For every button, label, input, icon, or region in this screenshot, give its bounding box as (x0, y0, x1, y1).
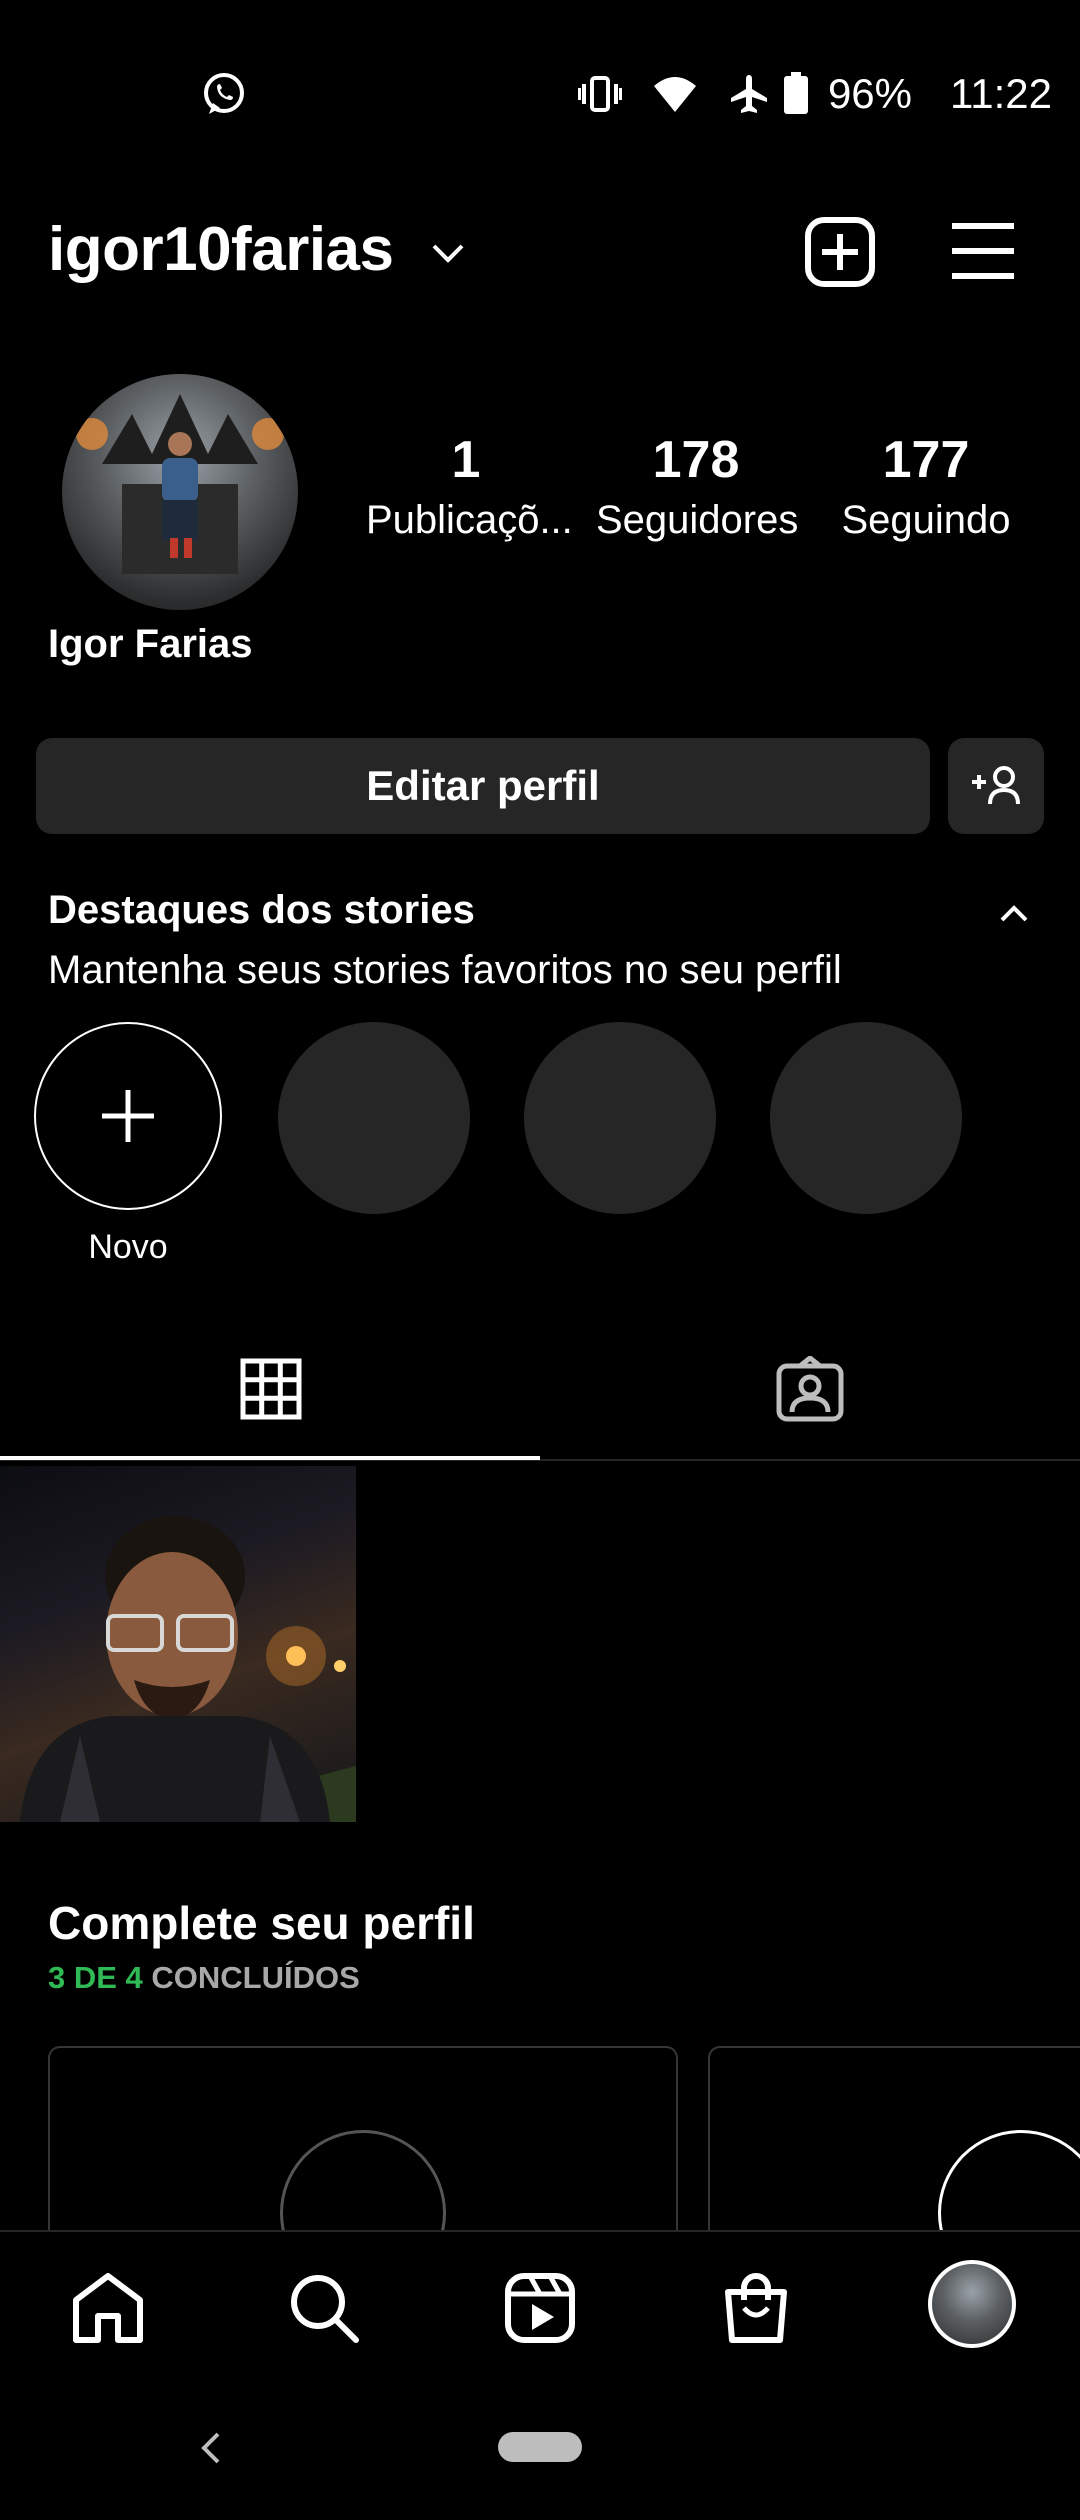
stat-label: Publicaçõ... (366, 498, 573, 542)
battery-percent: 96% (827, 70, 912, 117)
avatar-photo (76, 394, 284, 574)
tagged-icon[interactable] (776, 1356, 844, 1422)
edit-profile-button[interactable]: Editar perfil (36, 738, 930, 834)
clock: 11:22 (950, 70, 1052, 117)
whatsapp-icon (204, 73, 244, 114)
stat-value: 1 (451, 431, 481, 489)
menu-icon[interactable] (950, 220, 1016, 282)
reels-icon[interactable] (502, 2270, 578, 2346)
search-icon[interactable] (286, 2270, 362, 2346)
vibrate-icon (578, 76, 622, 112)
chevron-down-icon[interactable] (428, 238, 468, 268)
username-title[interactable]: igor10farias (48, 214, 394, 285)
status-icons (578, 70, 770, 118)
full-name: Igor Farias (48, 622, 253, 666)
stat-value: 178 (652, 431, 740, 489)
back-icon[interactable] (196, 2428, 226, 2468)
stat-label: Seguindo (841, 498, 1011, 542)
new-post-icon[interactable] (804, 216, 876, 288)
complete-profile-title: Complete seu perfil (48, 1897, 475, 1949)
chevron-up-icon[interactable] (996, 898, 1032, 928)
highlight-placeholder (770, 1022, 962, 1214)
add-person-icon (972, 766, 1020, 805)
airplane-icon (731, 75, 767, 113)
post-thumbnail[interactable] (0, 1466, 356, 1822)
new-highlight-label: Novo (88, 1228, 168, 1266)
highlights-subtitle: Mantenha seus stories favoritos no seu p… (48, 948, 842, 992)
progress-rest: CONCLUÍDOS (151, 1960, 360, 1995)
highlight-placeholder (278, 1022, 470, 1214)
highlight-placeholder (524, 1022, 716, 1214)
complete-profile-progress: 3 DE 4 CONCLUÍDOS (48, 1960, 360, 1996)
progress-done: 3 DE 4 (48, 1960, 143, 1995)
plus-icon (102, 1090, 154, 1142)
profile-avatar[interactable] (62, 374, 298, 610)
active-tab-indicator (0, 1456, 540, 1460)
profile-avatar[interactable] (928, 2260, 1016, 2348)
new-highlight-button[interactable] (34, 1022, 222, 1210)
highlights-title: Destaques dos stories (48, 888, 475, 932)
stat-followers[interactable]: 178 Seguidores (596, 430, 799, 543)
stat-following[interactable]: 177 Seguindo (826, 430, 1026, 543)
post-photo (20, 1516, 356, 1822)
status-bar: 96% 11:22 (0, 0, 1080, 190)
shop-icon[interactable] (718, 2270, 794, 2346)
stat-value: 177 (882, 431, 970, 489)
battery-icon (784, 72, 808, 114)
discover-people-button[interactable] (948, 738, 1044, 834)
wifi-icon (654, 77, 696, 112)
stat-posts[interactable]: 1 Publicaçõ... (366, 430, 573, 543)
stat-label: Seguidores (596, 498, 799, 542)
grid-icon[interactable] (240, 1358, 302, 1420)
home-icon[interactable] (70, 2270, 146, 2346)
home-gesture-pill[interactable] (498, 2432, 582, 2462)
